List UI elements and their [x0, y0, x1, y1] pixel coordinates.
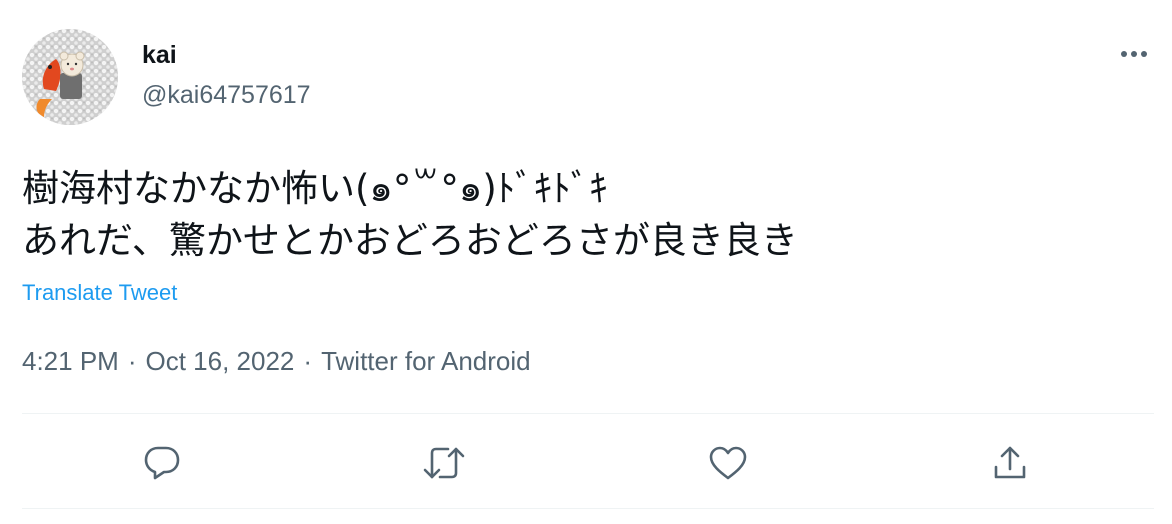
tweet-date[interactable]: Oct 16, 2022: [146, 346, 295, 376]
tweet-time[interactable]: 4:21 PM: [22, 346, 119, 376]
heart-icon: [709, 446, 747, 480]
retweet-icon: [423, 447, 465, 479]
divider-top: [22, 413, 1154, 414]
divider-bottom: [22, 508, 1154, 509]
more-dots-icon: [1121, 51, 1147, 57]
reply-button[interactable]: [139, 440, 185, 486]
avatar[interactable]: [22, 29, 118, 125]
reply-icon: [144, 446, 180, 480]
user-handle[interactable]: @kai64757617: [142, 80, 311, 110]
meta-separator: ·: [127, 346, 137, 376]
translate-tweet-link[interactable]: Translate Tweet: [22, 279, 177, 307]
avatar-image: [22, 29, 118, 125]
tweet-text: 樹海村なかなか怖い(๑°꒳°๑)ﾄﾞｷﾄﾞｷ あれだ、驚かせとかおどろおどろさが…: [22, 163, 1142, 267]
tweet-text-line: あれだ、驚かせとかおどろおどろさが良き良き: [22, 219, 798, 262]
share-button[interactable]: [987, 440, 1033, 486]
tweet-metadata: 4:21 PM · Oct 16, 2022 · Twitter for Android: [22, 345, 531, 377]
display-name[interactable]: kai: [142, 40, 177, 70]
meta-separator: ·: [303, 346, 313, 376]
like-button[interactable]: [705, 440, 751, 486]
tweet-text-line: 樹海村なかなか怖い(๑°꒳°๑)ﾄﾞｷﾄﾞｷ: [22, 167, 608, 210]
share-icon: [994, 446, 1026, 479]
more-options-button[interactable]: [1112, 36, 1156, 72]
tweet-source[interactable]: Twitter for Android: [321, 346, 531, 376]
retweet-button[interactable]: [421, 440, 467, 486]
